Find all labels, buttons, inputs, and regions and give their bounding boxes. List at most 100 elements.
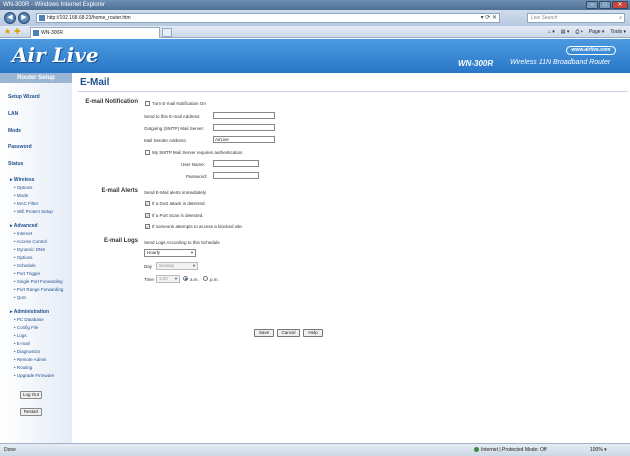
sidebar-item-label: Wifi Protect Setup — [16, 209, 53, 214]
sidebar-item-status[interactable]: Status — [8, 161, 23, 167]
sidebar-item-upgrade-firmware[interactable]: • Upgrade Firmware — [14, 373, 54, 378]
sidebar-item-port-range-forwarding[interactable]: • Port Range Forwarding — [14, 287, 63, 292]
search-placeholder: Live Search — [531, 15, 558, 21]
smtp-server-label: Outgoing (SMTP) Mail Server: — [144, 126, 205, 131]
portscan-alert-checkbox[interactable]: ✓ — [145, 213, 150, 218]
sidebar-item-mac-filter[interactable]: • MAC Filter — [14, 201, 38, 206]
add-favorites-icon[interactable]: ✚ — [14, 27, 21, 37]
tab-router[interactable]: WN-300R — [30, 27, 160, 38]
brand-url[interactable]: www.airlive.com — [566, 46, 616, 55]
close-button[interactable]: ✕ — [612, 1, 628, 9]
turn-on-notification-checkbox[interactable] — [145, 101, 150, 106]
sidebar-item-password[interactable]: Password — [8, 144, 32, 150]
sidebar-item-label: Config File — [16, 325, 39, 330]
blocked-site-alert-label: If someone attempts to access a blocked … — [152, 224, 244, 229]
sidebar-item-label: PC Database — [16, 317, 44, 322]
sidebar-item-qos[interactable]: • QoS — [14, 295, 26, 300]
sidebar-item-adv-options[interactable]: • Options — [14, 255, 32, 260]
print-icon[interactable]: ⎙ ▾ — [575, 27, 583, 37]
sidebar-item-internet[interactable]: • Internet — [14, 231, 32, 236]
pm-radio[interactable] — [203, 276, 208, 281]
logout-button[interactable]: Log Out — [20, 391, 42, 399]
sidebar-item-access-control[interactable]: • Access Control — [14, 239, 47, 244]
sidebar-item-label: Port Range Forwarding — [16, 287, 64, 292]
sidebar-item-pc-database[interactable]: • PC Database — [14, 317, 44, 322]
sidebar-item-setup-wizard[interactable]: Setup Wizard — [8, 94, 40, 100]
new-tab-button[interactable] — [162, 28, 172, 37]
sidebar-item-email[interactable]: • E-mail — [14, 341, 30, 346]
time-select[interactable]: 1:00 ▼ — [156, 275, 180, 283]
search-icon[interactable]: ⌕ — [619, 14, 622, 22]
url-text: http://192.168.68.23/home_router.htm — [47, 15, 131, 21]
sidebar-section-label: Advanced — [13, 223, 38, 229]
send-to-label: Send to this E-mail Address: — [144, 114, 201, 119]
tab-title: WN-300R — [41, 30, 63, 36]
sidebar-item-port-trigger[interactable]: • Port Trigger — [14, 271, 40, 276]
sidebar-item-label: E-mail — [16, 341, 30, 346]
airlive-logo: Air Live — [12, 43, 99, 67]
page-title: E-Mail — [80, 77, 110, 88]
favorites-star-icon[interactable]: ★ — [4, 27, 11, 37]
time-value: 1:00 — [159, 276, 168, 281]
blocked-site-alert-checkbox[interactable]: ✓ — [145, 224, 150, 229]
restart-button[interactable]: Restart — [20, 408, 42, 416]
sidebar-item-label: Diagnostics — [16, 349, 41, 354]
refresh-stop-icons[interactable]: ▾ ⟳ ✕ — [481, 14, 497, 22]
chevron-down-icon: ▼ — [192, 263, 196, 268]
sidebar-item-mode[interactable]: Mode — [8, 128, 21, 134]
sidebar-item-dynamic-dns[interactable]: • Dynamic DNS — [14, 247, 45, 252]
log-frequency-select[interactable]: Hourly ▼ — [144, 249, 196, 257]
sidebar-item-label: Single Port Forwarding — [16, 279, 63, 284]
time-label: Time — [144, 277, 154, 282]
logs-intro: Send Logs According to this Schedule — [144, 240, 220, 245]
sidebar-item-routing[interactable]: • Routing — [14, 365, 32, 370]
sidebar-section-advanced[interactable]: ▸ Advanced — [10, 223, 38, 229]
sidebar-item-label: Mode — [16, 193, 29, 198]
username-field[interactable] — [213, 160, 259, 167]
status-text: Done — [4, 447, 16, 453]
password-field[interactable] — [213, 172, 259, 179]
tools-menu[interactable]: Tools ▾ — [610, 27, 626, 37]
minimize-button[interactable]: – — [586, 1, 598, 9]
dos-alert-checkbox[interactable]: ✓ — [145, 201, 150, 206]
sender-address-field[interactable]: AirLive — [213, 136, 275, 143]
day-value: Sunday — [159, 263, 175, 268]
sidebar-item-wps[interactable]: • Wifi Protect Setup — [14, 209, 53, 214]
sidebar-item-wireless-mode[interactable]: • Mode — [14, 193, 28, 198]
sidebar-item-logs[interactable]: • Logs — [14, 333, 27, 338]
sidebar-item-schedule[interactable]: • Schedule — [14, 263, 36, 268]
address-bar: ◀ ▶ http://192.168.68.23/home_router.htm… — [0, 10, 630, 26]
day-select[interactable]: Sunday ▼ — [156, 262, 198, 270]
back-button[interactable]: ◀ — [4, 12, 16, 24]
page-menu[interactable]: Page ▾ — [589, 27, 605, 37]
forward-button[interactable]: ▶ — [18, 12, 30, 24]
sidebar-item-wireless-options[interactable]: • Options — [14, 185, 32, 190]
page-favicon-icon — [39, 15, 45, 21]
sidebar-item-lan[interactable]: LAN — [8, 111, 18, 117]
day-label: Day — [144, 264, 153, 269]
email-logs-heading: E-mail Logs — [103, 238, 138, 244]
url-field[interactable]: http://192.168.68.23/home_router.htm ▾ ⟳… — [36, 13, 500, 23]
help-button[interactable]: Help — [303, 329, 323, 337]
turn-on-notification-label: Turn E-mail Notification On — [152, 101, 206, 106]
sidebar-item-label: Access Control — [16, 239, 47, 244]
home-icon[interactable]: ⌂ ▾ — [548, 27, 555, 37]
sidebar-item-remote-admin[interactable]: • Remote Admin — [14, 357, 46, 362]
smtp-server-field[interactable] — [213, 124, 275, 131]
sidebar-item-label: Dynamic DNS — [16, 247, 46, 252]
sidebar-section-administration[interactable]: ▸ Administration — [10, 309, 49, 315]
search-input[interactable]: Live Search ⌕ — [527, 13, 625, 23]
sidebar-section-wireless[interactable]: ▸ Wireless — [10, 177, 34, 183]
send-to-field[interactable] — [213, 112, 275, 119]
cancel-button[interactable]: Cancel — [277, 329, 300, 337]
maximize-button[interactable]: □ — [599, 1, 611, 9]
sidebar-item-diagnostics[interactable]: • Diagnostics — [14, 349, 40, 354]
sidebar-item-config-file[interactable]: • Config File — [14, 325, 38, 330]
am-radio[interactable] — [183, 276, 188, 281]
router-page: Air Live www.airlive.com WN-300R Wireles… — [0, 39, 630, 443]
zoom-level[interactable]: 100% ▾ — [590, 444, 607, 456]
save-button[interactable]: Save — [254, 329, 274, 337]
sidebar-item-single-port-forwarding[interactable]: • Single Port Forwarding — [14, 279, 63, 284]
feeds-icon[interactable]: ▤ ▾ — [561, 27, 570, 37]
smtp-auth-checkbox[interactable] — [145, 150, 150, 155]
